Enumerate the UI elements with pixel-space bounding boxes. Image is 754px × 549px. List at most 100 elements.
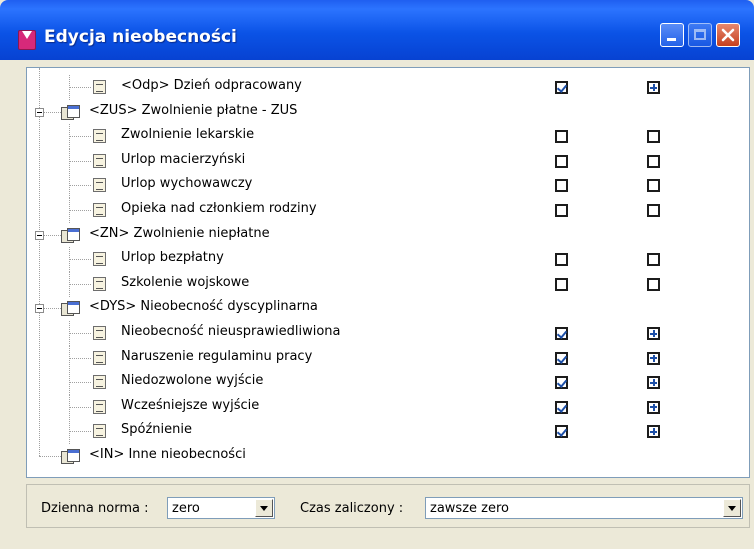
- settings-bar: Dzienna norma : zero Czas zaliczony : za…: [26, 484, 750, 528]
- vertical-scrollbar[interactable]: [749, 141, 750, 478]
- tree-item[interactable]: Wcześniejsze wyjście: [27, 394, 727, 420]
- tree-group-label: <ZN> Zwolnienie niepłatne: [89, 225, 270, 241]
- tree-item[interactable]: Opieka nad członkiem rodziny: [27, 198, 727, 223]
- absence-tree[interactable]: <Odp> Dzień odpracowany <ZUS> Zwolnienie …: [26, 67, 750, 478]
- add-toggle[interactable]: [647, 327, 660, 340]
- tree-group[interactable]: <ZN> Zwolnienie niepłatne: [27, 223, 727, 248]
- window: Edycja nieobecności <Odp> Dzień odpracow…: [0, 0, 754, 549]
- include-checkbox[interactable]: [555, 179, 568, 193]
- category-icon: [61, 449, 80, 464]
- document-icon: [93, 252, 106, 267]
- tree-guide-line: [69, 210, 91, 211]
- tree-group-label: <IN> Inne nieobecności: [89, 447, 246, 462]
- tree-item-label: Urlop bezpłatny: [121, 250, 224, 266]
- tree-item[interactable]: Urlop macierzyński: [27, 148, 727, 174]
- app-icon: [18, 30, 36, 50]
- tree-item[interactable]: <Odp> Dzień odpracowany: [27, 75, 727, 100]
- tree-guide-line: [69, 160, 91, 162]
- include-checkbox[interactable]: [555, 253, 568, 267]
- option-checkbox[interactable]: [647, 154, 660, 168]
- close-button[interactable]: [716, 23, 740, 47]
- tree-item[interactable]: Spóźnienie: [27, 419, 727, 445]
- tree-item-label: Urlop macierzyński: [121, 151, 246, 167]
- document-icon: [93, 399, 106, 414]
- tree-guide-line: [69, 185, 91, 187]
- tree-item[interactable]: Urlop bezpłatny: [27, 247, 727, 273]
- include-checkbox[interactable]: [555, 154, 568, 168]
- add-toggle[interactable]: [647, 81, 660, 94]
- tree-item-label: Szkolenie wojskowe: [121, 274, 250, 290]
- tree-item-label: Nieobecność nieusprawiedliwiona: [121, 324, 341, 339]
- tree-item-label: Naruszenie regulaminu pracy: [121, 348, 313, 364]
- tree-guide-line: [69, 382, 91, 384]
- tree-guide-line: [69, 333, 91, 334]
- collapse-toggle[interactable]: [35, 304, 44, 314]
- include-checkbox[interactable]: [555, 376, 568, 390]
- include-checkbox[interactable]: [555, 277, 568, 291]
- document-icon: [93, 424, 106, 439]
- collapse-toggle[interactable]: [35, 230, 44, 240]
- include-checkbox[interactable]: [555, 351, 568, 365]
- include-checkbox[interactable]: [555, 130, 568, 144]
- tree-guide-line: [69, 431, 91, 433]
- category-icon: [61, 227, 80, 243]
- maximize-button[interactable]: [688, 23, 712, 47]
- option-checkbox[interactable]: [647, 204, 660, 217]
- tree-item-label: Wcześniejsze wyjście: [121, 397, 260, 413]
- tree-group-label: <ZUS> Zwolnienie płatne - ZUS: [89, 102, 298, 118]
- tree-group[interactable]: <DYS> Nieobecność dyscyplinarna: [27, 296, 727, 321]
- add-toggle[interactable]: [647, 376, 660, 390]
- document-icon: [93, 326, 106, 340]
- option-checkbox[interactable]: [647, 277, 660, 291]
- credited-time-label: Czas zaliczony :: [300, 501, 404, 516]
- tree-guide-line: [69, 136, 91, 138]
- credited-time-select[interactable]: zawsze zero: [425, 497, 743, 519]
- tree-guide-line: [69, 87, 91, 88]
- include-checkbox[interactable]: [555, 327, 568, 340]
- option-checkbox[interactable]: [647, 130, 660, 144]
- tree-item[interactable]: Nieobecność nieusprawiedliwiona: [27, 321, 727, 346]
- minimize-button[interactable]: [660, 23, 684, 47]
- document-icon: [93, 129, 106, 144]
- tree-guide-line: [69, 357, 91, 359]
- option-checkbox[interactable]: [647, 253, 660, 267]
- tree-item-label: Niedozwolone wyjście: [121, 373, 264, 389]
- window-title: Edycja nieobecności: [44, 27, 237, 47]
- include-checkbox[interactable]: [555, 425, 568, 439]
- option-checkbox[interactable]: [647, 179, 660, 193]
- tree-group-label: <DYS> Nieobecność dyscyplinarna: [89, 299, 318, 315]
- collapse-toggle[interactable]: [35, 107, 44, 117]
- close-icon: [721, 28, 735, 42]
- include-checkbox[interactable]: [555, 204, 568, 217]
- tree-group[interactable]: <IN> Inne nieobecności: [27, 444, 727, 469]
- chevron-down-icon[interactable]: [255, 499, 273, 517]
- category-icon: [61, 104, 80, 120]
- tree-guide-line: [39, 456, 61, 457]
- document-icon: [93, 350, 106, 365]
- tree-item-label: Spóźnienie: [121, 422, 192, 438]
- title-bar[interactable]: Edycja nieobecności: [0, 0, 754, 60]
- tree-item[interactable]: Urlop wychowawczy: [27, 173, 727, 199]
- tree-guide-line: [69, 406, 91, 408]
- add-toggle[interactable]: [647, 400, 660, 414]
- document-icon: [93, 375, 106, 390]
- tree-item[interactable]: Zwolnienie lekarskie: [27, 124, 727, 150]
- tree-group[interactable]: <ZUS> Zwolnienie płatne - ZUS: [27, 100, 727, 125]
- include-checkbox[interactable]: [555, 81, 568, 94]
- document-icon: [93, 178, 106, 193]
- tree-item[interactable]: Naruszenie regulaminu pracy: [27, 345, 727, 371]
- document-icon: [93, 153, 106, 168]
- tree-guide-line: [69, 283, 91, 285]
- document-icon: [93, 203, 106, 217]
- tree-guide-line: [69, 259, 91, 261]
- tree-item[interactable]: Niedozwolone wyjście: [27, 370, 727, 396]
- daily-norm-select[interactable]: zero: [167, 497, 275, 519]
- daily-norm-value: zero: [172, 501, 200, 516]
- include-checkbox[interactable]: [555, 400, 568, 414]
- tree-item-label: Opieka nad członkiem rodziny: [121, 201, 317, 216]
- chevron-down-icon[interactable]: [723, 499, 741, 517]
- tree-item[interactable]: Szkolenie wojskowe: [27, 271, 727, 297]
- add-toggle[interactable]: [647, 351, 660, 365]
- add-toggle[interactable]: [647, 425, 660, 439]
- tree-item-label: Zwolnienie lekarskie: [121, 127, 255, 143]
